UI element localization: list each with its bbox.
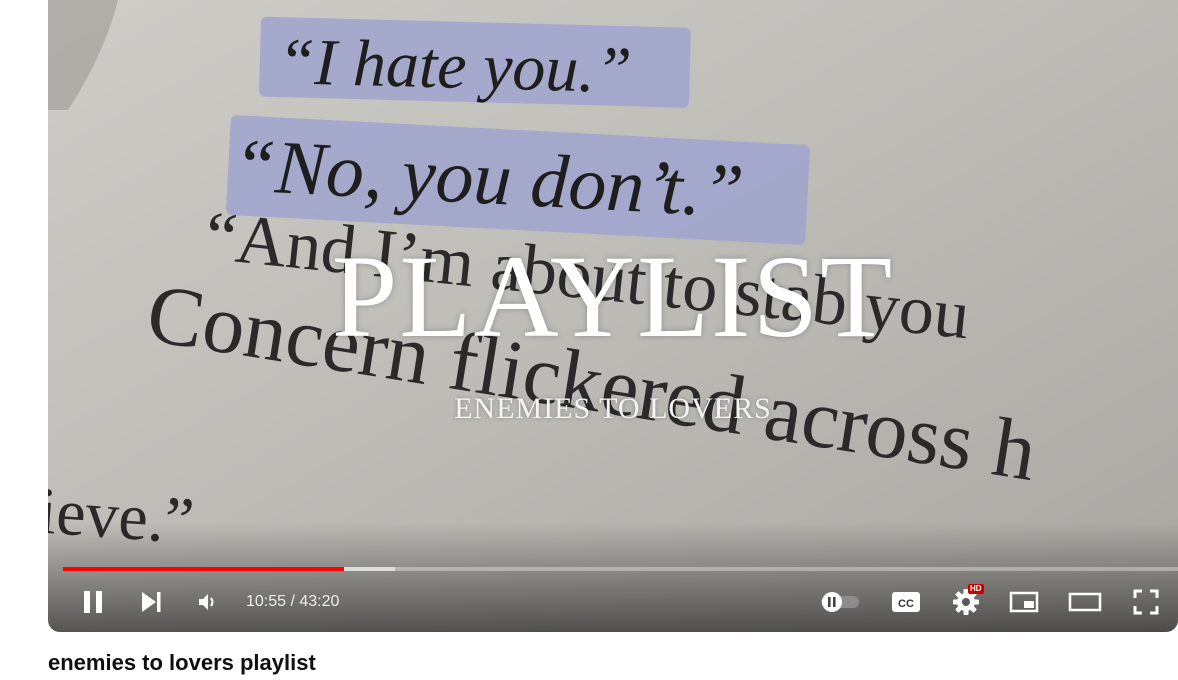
hd-badge: HD [968,584,984,594]
svg-text:CC: CC [898,598,914,610]
time-display: 10:55 / 43:20 [246,593,340,610]
fullscreen-button[interactable] [1126,580,1166,624]
autoplay-icon [821,592,859,612]
progress-played [63,567,344,571]
video-player[interactable]: “I hate you.” “No, you don’t.” “And I’m … [48,0,1178,632]
pause-icon [84,591,102,613]
player-controls: 10:55 / 43:20 CC HD [48,580,1178,624]
miniplayer-button[interactable] [1004,580,1044,624]
volume-icon [199,594,214,610]
skip-next-icon [142,592,161,612]
overlay-subtitle: ENEMIES TO LOVERS [454,392,772,425]
captions-icon: CC [892,592,920,612]
page-text-1: “I hate you.” [277,25,633,107]
theater-mode-button[interactable] [1064,580,1106,624]
captions-button[interactable]: CC [886,580,926,624]
pause-button[interactable] [76,580,110,624]
fullscreen-icon [1133,589,1159,615]
overlay-title: PLAYLIST [331,231,895,362]
next-button[interactable] [134,580,168,624]
progress-bar[interactable] [63,567,1178,571]
mute-button[interactable] [192,580,224,624]
miniplayer-icon [1009,591,1039,613]
autoplay-toggle[interactable] [816,580,864,624]
settings-button[interactable]: HD [946,580,986,624]
video-title: enemies to lovers playlist [48,650,316,675]
theater-icon [1068,592,1102,612]
